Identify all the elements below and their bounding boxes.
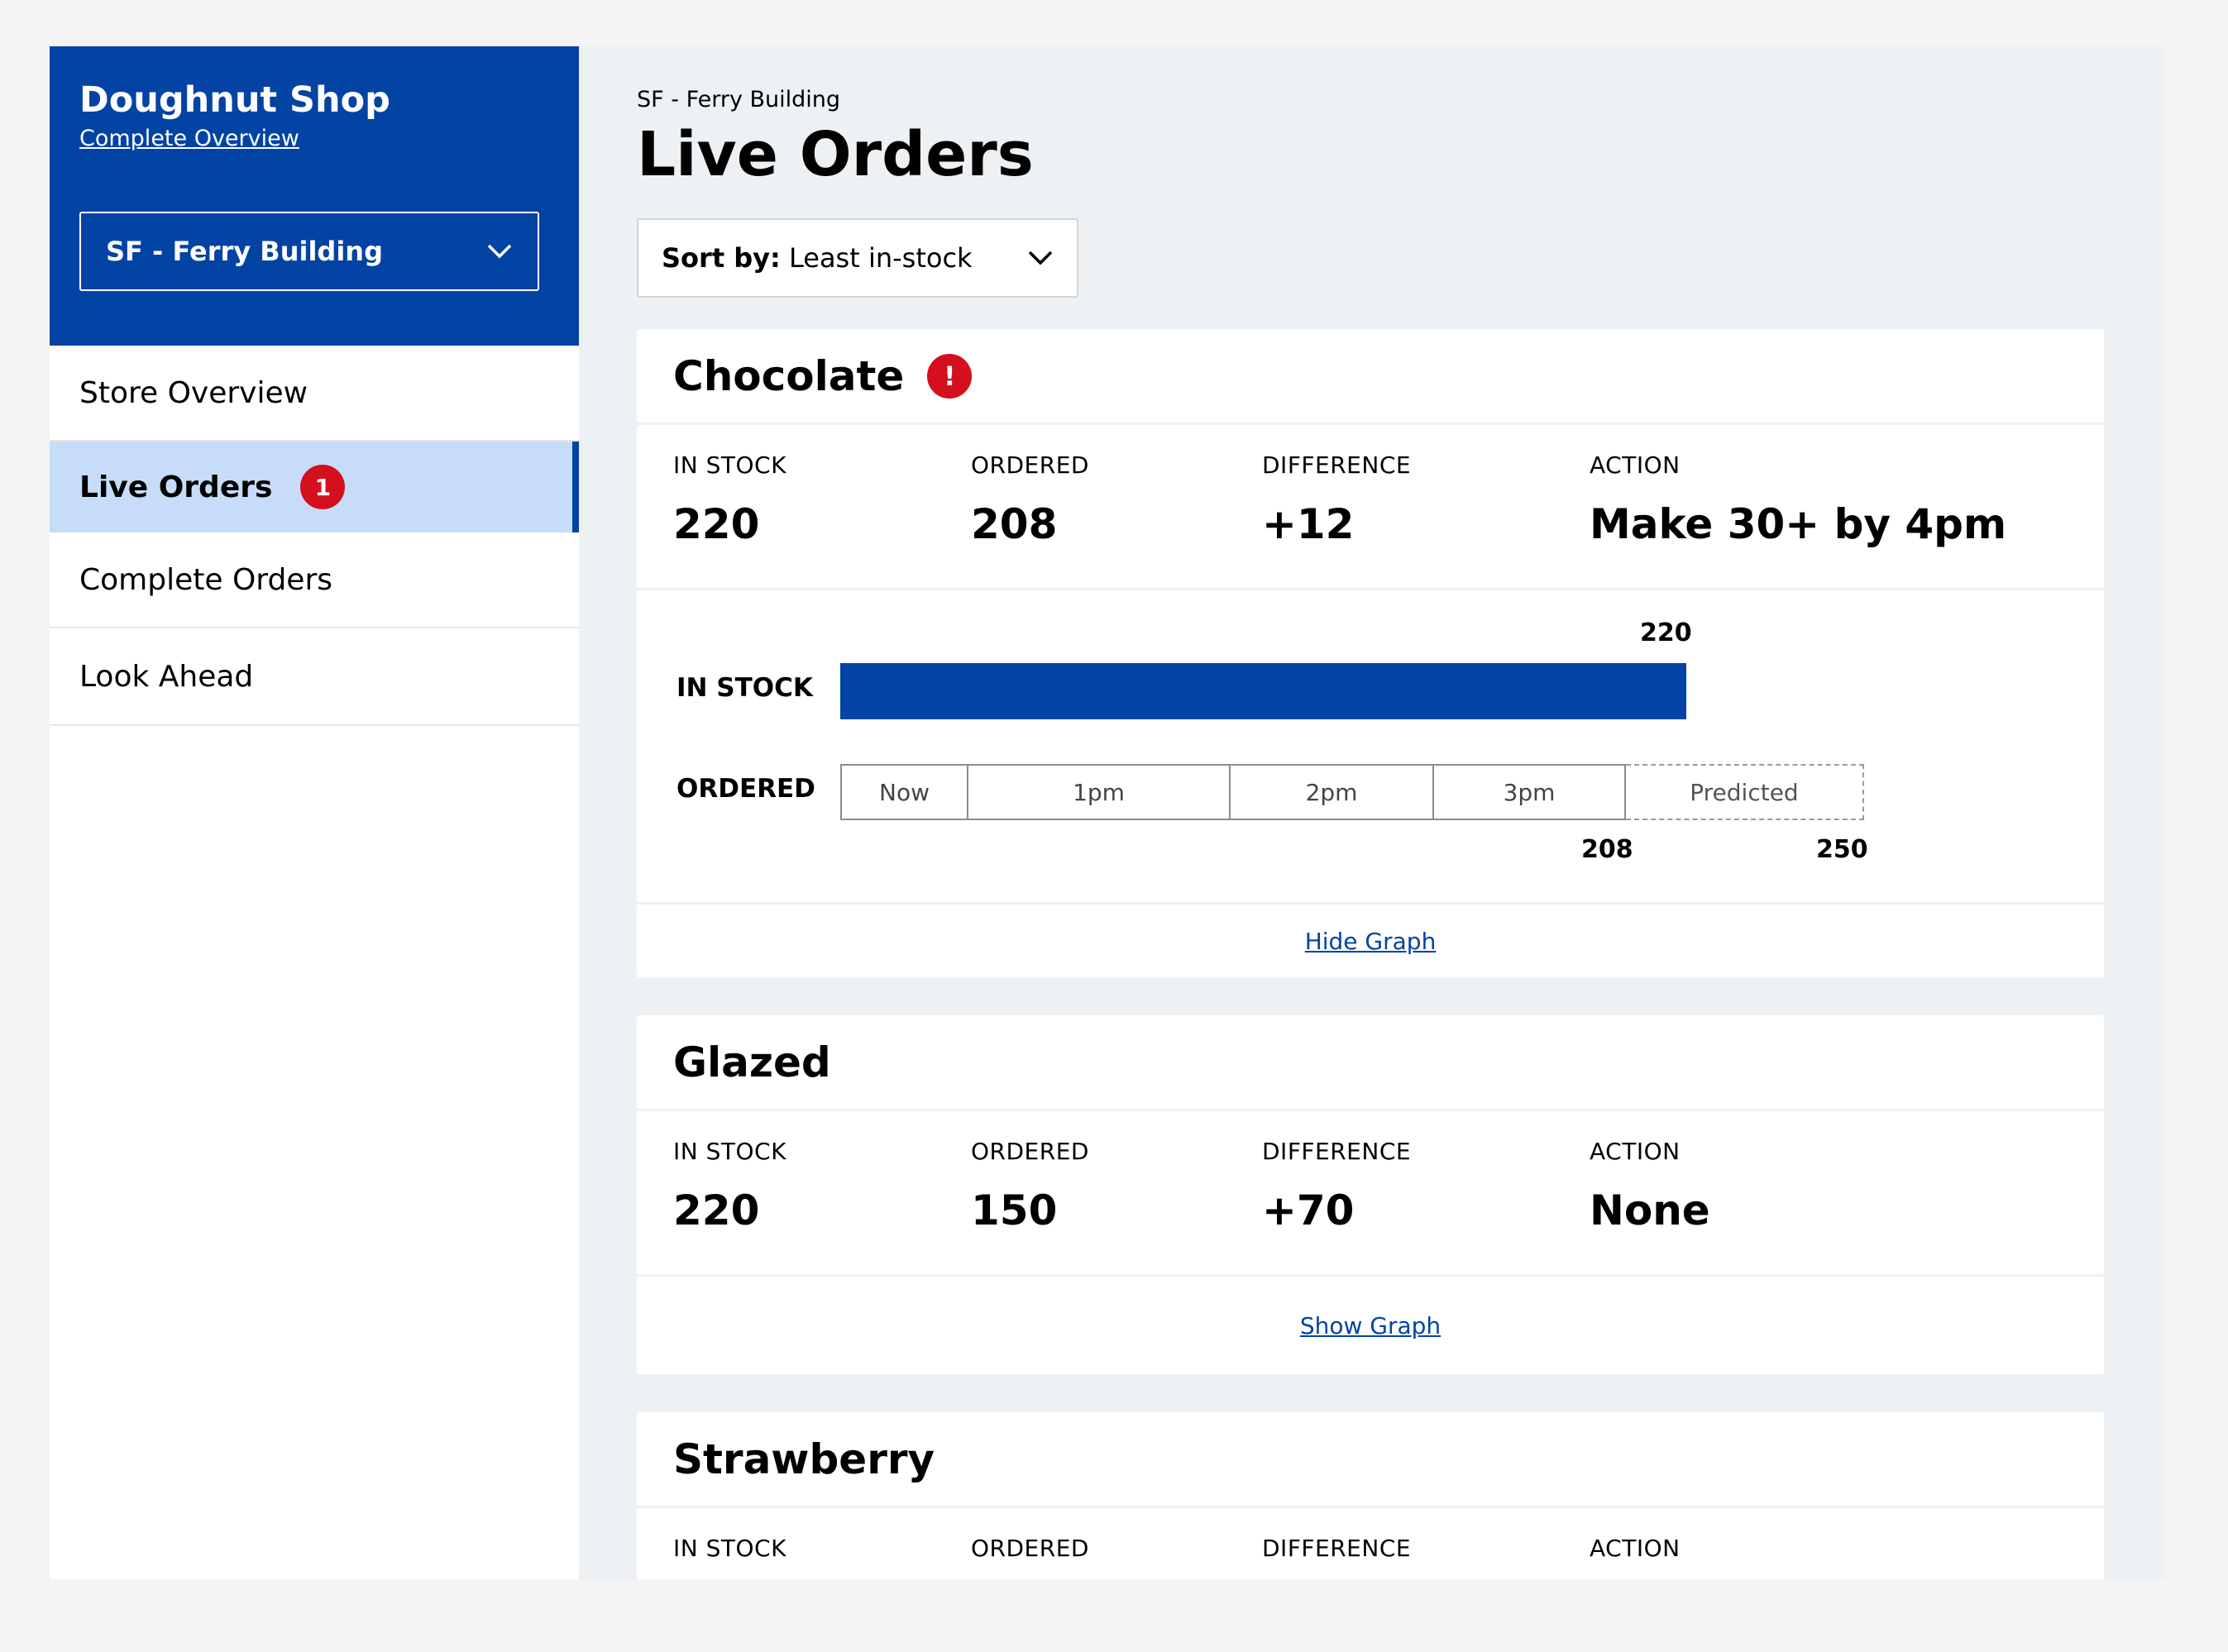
product-card-chocolate: Chocolate ! IN STOCK 220 ORDERED 208 DIF…	[637, 329, 2104, 977]
stat-label: IN STOCK	[673, 1138, 786, 1165]
stats-row: IN STOCK 220 ORDERED 150 DIFFERENCE +70 …	[637, 1111, 2104, 1277]
sort-value: Least in-stock	[788, 242, 973, 274]
store-select[interactable]: SF - Ferry Building	[79, 212, 539, 291]
stat-label: IN STOCK	[673, 451, 786, 479]
stats-row: IN STOCK 220 ORDERED 208 DIFFERENCE +12 …	[637, 425, 2104, 590]
stat-value: +12	[1262, 500, 1355, 548]
stat-value: 208	[971, 500, 1058, 548]
stat-in-stock: IN STOCK 220	[673, 450, 971, 588]
sidebar-header: Doughnut Shop Complete Overview SF - Fer…	[50, 46, 579, 346]
nav-item-live-orders[interactable]: Live Orders 1	[50, 442, 579, 532]
stat-label: ORDERED	[971, 1138, 1089, 1165]
stat-action: ACTION Make 30+ by 4pm	[1590, 450, 2006, 588]
app-window: Doughnut Shop Complete Overview SF - Fer…	[50, 46, 2165, 1579]
product-card-glazed: Glazed IN STOCK 220 ORDERED 150 DIFFEREN…	[637, 1015, 2104, 1374]
ordered-bar: Now 1pm 2pm 3pm Predicted	[840, 764, 1864, 820]
stat-value: 220	[673, 1186, 760, 1234]
breadcrumb: SF - Ferry Building	[637, 87, 841, 112]
graph-label-ordered: ORDERED	[677, 774, 815, 804]
nav-item-complete-orders[interactable]: Complete Orders	[50, 532, 579, 628]
chevron-down-icon	[1027, 250, 1054, 266]
hide-graph-link[interactable]: Hide Graph	[1305, 928, 1437, 955]
sort-prefix: Sort by:	[662, 242, 781, 274]
stat-in-stock: IN STOCK	[673, 1533, 971, 1579]
nav-item-label: Look Ahead	[79, 659, 254, 694]
stat-action: ACTION	[1590, 1533, 1681, 1579]
stat-value: None	[1590, 1186, 1710, 1234]
in-stock-bar	[840, 663, 1686, 719]
store-select-value: SF - Ferry Building	[106, 236, 383, 267]
product-name: Glazed	[673, 1038, 831, 1086]
stat-difference: DIFFERENCE	[1262, 1533, 1590, 1579]
stat-ordered: ORDERED 208	[971, 450, 1262, 588]
card-footer: Hide Graph	[637, 905, 2104, 977]
stat-value: 150	[971, 1186, 1058, 1234]
product-name: Strawberry	[673, 1435, 935, 1483]
ordered-bar-value: 208	[1581, 835, 1633, 864]
graph-label-in-stock: IN STOCK	[677, 673, 813, 703]
card-header: Chocolate !	[637, 329, 2104, 425]
stat-label: ACTION	[1590, 1138, 1681, 1165]
stat-ordered: ORDERED	[971, 1533, 1262, 1579]
product-card-strawberry: Strawberry IN STOCK ORDERED DIFFERENCE A…	[637, 1412, 2104, 1579]
stat-value: +70	[1262, 1186, 1355, 1234]
nav-item-store-overview[interactable]: Store Overview	[50, 346, 579, 442]
show-graph-link[interactable]: Show Graph	[1300, 1312, 1441, 1339]
alert-icon: !	[927, 353, 973, 399]
stat-value: 220	[673, 500, 760, 548]
stat-label: ORDERED	[971, 1535, 1089, 1562]
sort-select[interactable]: Sort by: Least in-stock	[637, 218, 1078, 298]
shop-title: Doughnut Shop	[79, 79, 390, 121]
card-footer: Show Graph	[637, 1277, 2104, 1374]
card-header: Strawberry	[637, 1412, 2104, 1508]
stat-label: DIFFERENCE	[1262, 451, 1412, 479]
sort-select-text: Sort by: Least in-stock	[662, 242, 973, 274]
complete-overview-link[interactable]: Complete Overview	[79, 124, 299, 154]
stock-graph: IN STOCK 220 ORDERED Now 1pm 2pm 3pm Pre…	[637, 590, 2104, 905]
stat-label: DIFFERENCE	[1262, 1138, 1412, 1165]
nav-item-label: Store Overview	[79, 375, 308, 410]
predicted-bar-value: 250	[1816, 835, 1868, 864]
sidebar: Doughnut Shop Complete Overview SF - Fer…	[50, 46, 579, 1579]
stat-label: IN STOCK	[673, 1535, 786, 1562]
stat-label: ACTION	[1590, 451, 1681, 479]
stat-label: DIFFERENCE	[1262, 1535, 1412, 1562]
ordered-segment-3pm: 3pm	[1432, 764, 1626, 820]
main-content: SF - Ferry Building Live Orders Sort by:…	[637, 46, 2109, 1579]
ordered-segment-2pm: 2pm	[1229, 764, 1432, 820]
stat-label: ORDERED	[971, 451, 1089, 479]
nav-item-label: Complete Orders	[79, 562, 332, 597]
stat-ordered: ORDERED 150	[971, 1136, 1262, 1274]
ordered-segment-predicted: Predicted	[1626, 764, 1864, 820]
stat-difference: DIFFERENCE +12	[1262, 450, 1590, 588]
in-stock-bar-value: 220	[1640, 618, 1692, 647]
nav-item-label: Live Orders	[79, 470, 273, 504]
chevron-down-icon	[486, 243, 513, 260]
page-title: Live Orders	[637, 119, 1034, 190]
notification-badge: 1	[300, 465, 346, 509]
stat-in-stock: IN STOCK 220	[673, 1136, 971, 1274]
stat-action: ACTION None	[1590, 1136, 1710, 1274]
stats-row: IN STOCK ORDERED DIFFERENCE ACTION	[637, 1508, 2104, 1579]
product-name: Chocolate	[673, 351, 905, 400]
ordered-segment-1pm: 1pm	[967, 764, 1229, 820]
card-header: Glazed	[637, 1015, 2104, 1111]
stat-label: ACTION	[1590, 1535, 1681, 1562]
stat-difference: DIFFERENCE +70	[1262, 1136, 1590, 1274]
ordered-segment-now: Now	[840, 764, 967, 820]
nav-item-look-ahead[interactable]: Look Ahead	[50, 628, 579, 726]
stat-value: Make 30+ by 4pm	[1590, 500, 2007, 548]
